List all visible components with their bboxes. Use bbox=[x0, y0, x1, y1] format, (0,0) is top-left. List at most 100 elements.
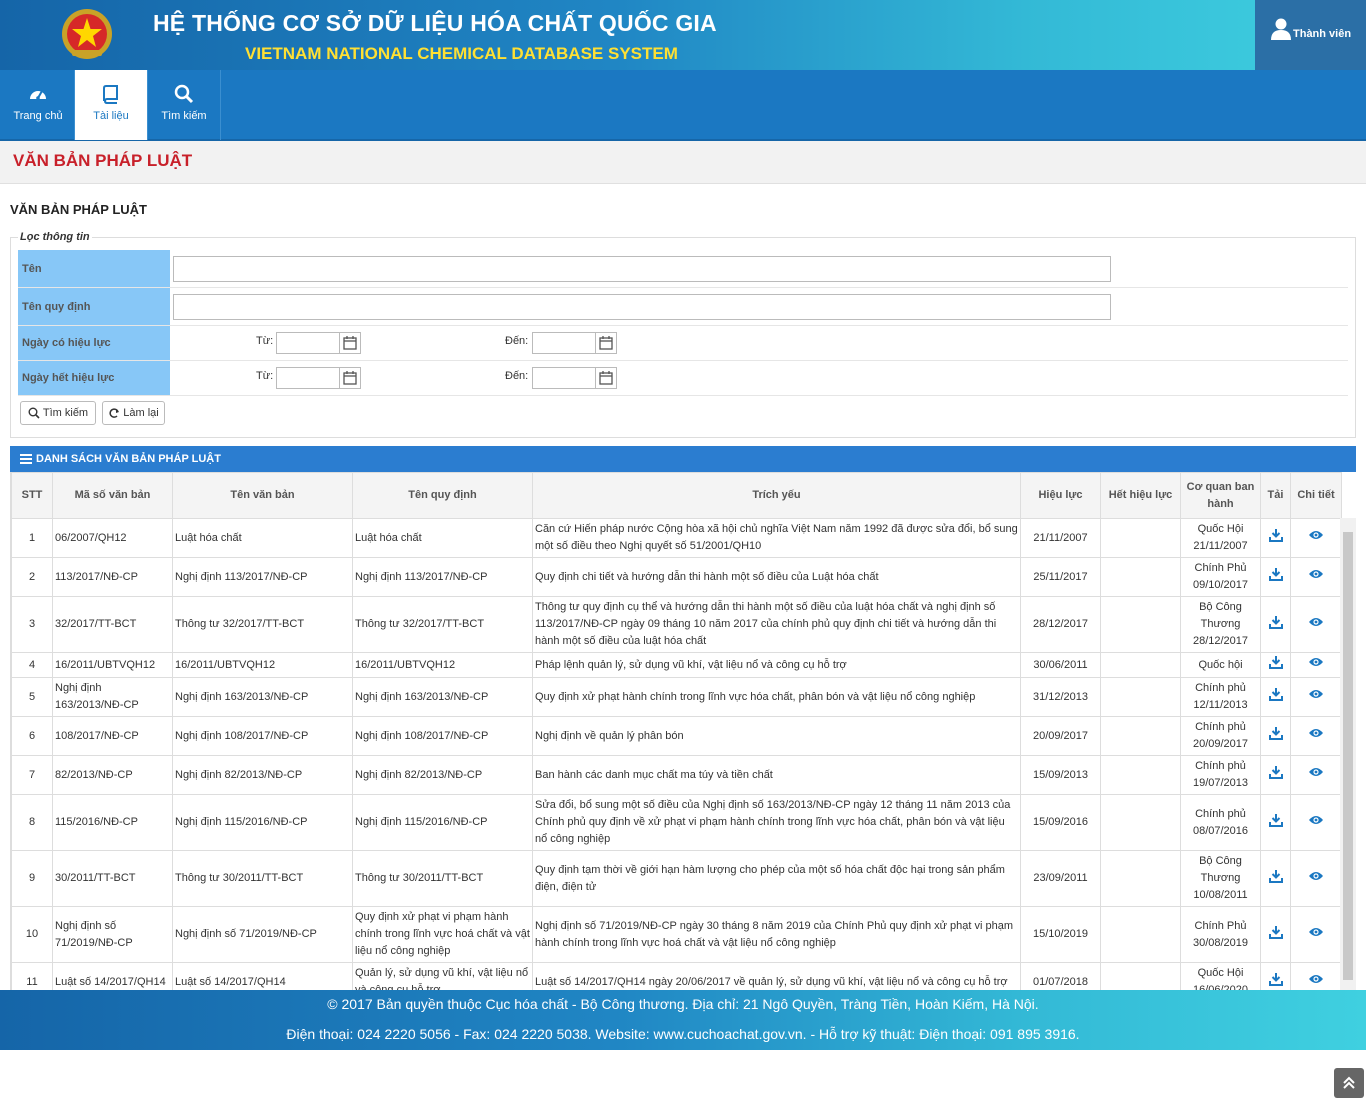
cell-effective: 15/09/2013 bbox=[1020, 755, 1101, 795]
cell-name: Thông tư 32/2017/TT-BCT bbox=[172, 596, 353, 653]
table-row[interactable]: 9 30/2011/TT-BCT Thông tư 30/2011/TT-BCT Th… bbox=[11, 850, 1342, 907]
expiry-to-input[interactable] bbox=[532, 367, 617, 389]
col-header[interactable]: Tải bbox=[1260, 472, 1291, 519]
cell-detail bbox=[1290, 518, 1342, 558]
cell-code: 115/2016/NĐ-CP bbox=[52, 794, 173, 851]
eye-icon[interactable] bbox=[1308, 616, 1324, 628]
cell-download bbox=[1260, 557, 1291, 597]
cell-download bbox=[1260, 677, 1291, 717]
download-icon[interactable] bbox=[1268, 687, 1283, 701]
nav-item-search[interactable]: Tìm kiếm bbox=[148, 70, 221, 140]
site-title-vn: HỆ THỐNG CƠ SỞ DỮ LIỆU HÓA CHẤT QUỐC GIA bbox=[153, 10, 717, 36]
cell-expiry bbox=[1100, 755, 1181, 795]
table-row[interactable]: 1 06/2007/QH12 Luật hóa chất Luật hóa chất C… bbox=[11, 518, 1342, 558]
search-button[interactable]: Tìm kiếm bbox=[20, 401, 96, 425]
main-navbar: Trang chủ Tài liệu Tìm kiếm bbox=[0, 70, 1366, 141]
cell-detail bbox=[1290, 850, 1342, 907]
to-label: Đến: bbox=[505, 335, 529, 347]
eye-icon[interactable] bbox=[1308, 656, 1324, 668]
eye-icon[interactable] bbox=[1308, 973, 1324, 985]
table-row[interactable]: 2 113/2017/NĐ-CP Nghị định 113/2017/NĐ-CP N… bbox=[11, 557, 1342, 597]
cell-download bbox=[1260, 794, 1291, 851]
member-button[interactable]: Thành viên bbox=[1255, 0, 1366, 70]
eye-icon[interactable] bbox=[1308, 814, 1324, 826]
nav-item-home[interactable]: Trang chủ bbox=[2, 70, 75, 140]
list-header: DANH SÁCH VĂN BẢN PHÁP LUẬT bbox=[10, 446, 1356, 472]
eye-icon[interactable] bbox=[1308, 766, 1324, 778]
col-header[interactable]: Trích yếu bbox=[532, 472, 1021, 519]
eye-icon[interactable] bbox=[1308, 926, 1324, 938]
calendar-icon[interactable] bbox=[339, 333, 360, 353]
col-header[interactable]: Tên văn bản bbox=[172, 472, 353, 519]
table-row[interactable]: 6 108/2017/NĐ-CP Nghị định 108/2017/NĐ-CP N… bbox=[11, 716, 1342, 756]
download-icon[interactable] bbox=[1268, 528, 1283, 542]
col-header[interactable]: Mã số văn bản bbox=[52, 472, 173, 519]
section-title: VĂN BẢN PHÁP LUẬT bbox=[10, 202, 147, 217]
download-icon[interactable] bbox=[1268, 813, 1283, 827]
download-icon[interactable] bbox=[1268, 765, 1283, 779]
cell-summary: Pháp lệnh quản lý, sử dụng vũ khí, vật l… bbox=[532, 652, 1021, 678]
col-header[interactable]: Hết hiệu lực bbox=[1100, 472, 1181, 519]
agency-date: 10/08/2011 bbox=[1193, 889, 1248, 901]
user-icon bbox=[1271, 18, 1291, 40]
from-label: Từ: bbox=[256, 335, 274, 347]
cell-name: Nghị định 108/2017/NĐ-CP bbox=[172, 716, 353, 756]
download-icon[interactable] bbox=[1268, 726, 1283, 740]
cell-detail bbox=[1290, 557, 1342, 597]
eye-icon[interactable] bbox=[1308, 870, 1324, 882]
agency-date: 30/08/2019 bbox=[1192, 936, 1249, 949]
calendar-icon[interactable] bbox=[595, 333, 616, 353]
agency-name: Quốc Hội bbox=[1197, 967, 1244, 979]
name-input[interactable] bbox=[173, 256, 1111, 282]
effective-to-input[interactable] bbox=[532, 332, 617, 354]
col-header[interactable]: Hiệu lực bbox=[1020, 472, 1101, 519]
page-title-bar: VĂN BẢN PHÁP LUẬT bbox=[0, 141, 1366, 184]
eye-icon[interactable] bbox=[1308, 727, 1324, 739]
cell-stt: 11 bbox=[11, 962, 53, 990]
download-icon[interactable] bbox=[1268, 972, 1283, 986]
cell-agency: Bộ Công Thương 28/12/2017 bbox=[1180, 596, 1261, 653]
reset-button[interactable]: Làm lại bbox=[102, 401, 165, 425]
calendar-icon[interactable] bbox=[339, 368, 360, 388]
col-header[interactable]: STT bbox=[11, 472, 53, 519]
regulation-input[interactable] bbox=[173, 294, 1111, 320]
agency-name: Chính phủ bbox=[1195, 682, 1246, 694]
table-row[interactable]: 5 Nghị định 163/2013/NĐ-CP Nghị định 163/2… bbox=[11, 677, 1342, 717]
download-icon[interactable] bbox=[1268, 869, 1283, 883]
table-row[interactable]: 4 16/2011/UBTVQH12 16/2011/UBTVQH12 16/2011… bbox=[11, 652, 1342, 678]
download-icon[interactable] bbox=[1268, 567, 1283, 581]
cell-detail bbox=[1290, 652, 1342, 678]
col-header[interactable]: Tên quy định bbox=[352, 472, 533, 519]
table-row[interactable]: 10 Nghị định số 71/2019/NĐ-CP Nghị định số… bbox=[11, 906, 1342, 963]
nav-item-documents[interactable]: Tài liệu bbox=[75, 70, 148, 140]
expiry-from-input[interactable] bbox=[276, 367, 361, 389]
download-icon[interactable] bbox=[1268, 655, 1283, 669]
cell-regulation: Nghị định 113/2017/NĐ-CP bbox=[352, 557, 533, 597]
download-icon[interactable] bbox=[1268, 615, 1283, 629]
cell-download bbox=[1260, 716, 1291, 756]
cell-regulation: Thông tư 30/2011/TT-BCT bbox=[352, 850, 533, 907]
table-row[interactable]: 3 32/2017/TT-BCT Thông tư 32/2017/TT-BCT Th… bbox=[11, 596, 1342, 653]
filter-legend: Lọc thông tin bbox=[18, 231, 92, 243]
download-icon[interactable] bbox=[1268, 925, 1283, 939]
table-row[interactable]: 7 82/2013/NĐ-CP Nghị định 82/2013/NĐ-CP Ngh… bbox=[11, 755, 1342, 795]
col-header[interactable]: Chi tiết bbox=[1290, 472, 1342, 519]
col-header[interactable]: Cơ quan ban hành bbox=[1180, 472, 1261, 519]
national-emblem-icon[interactable] bbox=[58, 6, 116, 62]
eye-icon[interactable] bbox=[1308, 529, 1324, 541]
table-row[interactable]: 8 115/2016/NĐ-CP Nghị định 115/2016/NĐ-CP N… bbox=[11, 794, 1342, 851]
effective-from-input[interactable] bbox=[276, 332, 361, 354]
dashboard-icon bbox=[30, 90, 46, 100]
cell-code: Nghị định số 71/2019/NĐ-CP bbox=[52, 906, 173, 963]
calendar-icon[interactable] bbox=[595, 368, 616, 388]
cell-regulation: Nghị định 115/2016/NĐ-CP bbox=[352, 794, 533, 851]
table-row[interactable]: 11 Luật số 14/2017/QH14 Luật số 14/2017/QH… bbox=[11, 962, 1342, 990]
table-header-row: STT Mã số văn bản Tên văn bản Tên quy đị… bbox=[11, 472, 1342, 519]
eye-icon[interactable] bbox=[1308, 568, 1324, 580]
back-to-top-button[interactable] bbox=[1334, 1068, 1364, 1098]
cell-code: Nghị định 163/2013/NĐ-CP bbox=[52, 677, 173, 717]
agency-name: Chính Phủ bbox=[1194, 562, 1247, 574]
table-scrollbar[interactable] bbox=[1340, 518, 1356, 990]
scrollbar-thumb[interactable] bbox=[1343, 532, 1353, 980]
eye-icon[interactable] bbox=[1308, 688, 1324, 700]
